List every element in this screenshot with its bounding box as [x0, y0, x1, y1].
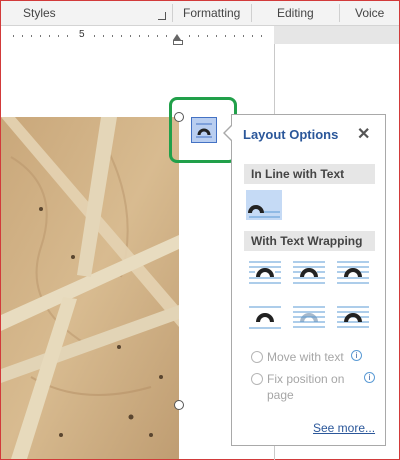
option-through-wrap[interactable]	[335, 258, 371, 288]
option-top-and-bottom[interactable]	[247, 302, 283, 332]
info-icon[interactable]: i	[351, 350, 362, 361]
ruler-tick	[31, 35, 32, 37]
move-with-text-radio[interactable]	[251, 351, 263, 363]
ruler-tick	[94, 35, 95, 37]
ruler-tick	[58, 35, 59, 37]
option-in-line-with-text[interactable]	[246, 190, 282, 220]
ruler-tick	[189, 35, 190, 37]
option-tight-wrap[interactable]	[291, 258, 327, 288]
editing-group-label[interactable]: Editing	[277, 6, 314, 20]
styles-dialog-launcher-icon[interactable]	[158, 12, 166, 20]
ruler-number: 5	[79, 29, 85, 40]
ruler-tick	[148, 35, 149, 37]
square-wrap-icon	[249, 261, 281, 284]
ribbon-separator	[339, 4, 340, 22]
layout-options-button[interactable]	[191, 117, 217, 143]
ruler-tick	[139, 35, 140, 37]
panel-title: Layout Options	[243, 127, 339, 142]
info-icon[interactable]: i	[364, 372, 375, 383]
close-icon[interactable]: ✕	[357, 124, 370, 144]
ruler-tick	[112, 35, 113, 37]
fix-position-label-page: page	[267, 388, 294, 402]
plywood-photo	[1, 117, 179, 459]
ruler-tick	[157, 35, 158, 37]
ribbon-separator	[251, 4, 252, 22]
section-inline: In Line with Text	[244, 164, 375, 184]
fix-position-label: Fix position on	[267, 372, 345, 386]
option-square-wrap[interactable]	[247, 258, 283, 288]
wrap-inline-icon	[196, 123, 212, 138]
resize-handle-bottom-right[interactable]	[174, 400, 184, 410]
inline-wrap-icon	[248, 205, 280, 218]
option-behind-text[interactable]	[291, 302, 327, 332]
in-front-of-text-icon	[337, 306, 369, 328]
move-with-text-label: Move with text	[267, 350, 344, 364]
ruler-tick	[243, 35, 244, 37]
see-more-link[interactable]: See more...	[313, 421, 375, 435]
ruler-tick	[166, 35, 167, 37]
formatting-group-label[interactable]: Formatting	[183, 6, 240, 20]
inserted-picture[interactable]	[1, 117, 179, 459]
voice-group-label[interactable]: Voice	[355, 6, 384, 20]
through-wrap-icon	[337, 261, 369, 284]
ruler-tick	[121, 35, 122, 37]
ruler-tick	[225, 35, 226, 37]
left-indent-handle[interactable]	[173, 40, 183, 45]
ribbon-separator	[172, 4, 173, 22]
tight-wrap-icon	[293, 261, 325, 284]
ruler-tick	[130, 35, 131, 37]
ruler-tick	[261, 35, 262, 37]
ruler-tick	[103, 35, 104, 37]
ruler-tick	[252, 35, 253, 37]
ruler-tick	[40, 35, 41, 37]
fix-position-radio[interactable]	[251, 373, 263, 385]
top-bottom-wrap-icon	[249, 306, 281, 329]
option-in-front-of-text[interactable]	[335, 302, 371, 332]
ruler-tick	[67, 35, 68, 37]
section-with-wrapping: With Text Wrapping	[244, 231, 375, 251]
ruler-margin-area	[274, 26, 399, 44]
ribbon-bar: Styles Formatting Editing Voice	[1, 1, 399, 26]
ruler-tick	[234, 35, 235, 37]
ruler-tick	[207, 35, 208, 37]
ruler-tick	[198, 35, 199, 37]
panel-pointer-fill	[225, 125, 233, 141]
ruler-tick	[216, 35, 217, 37]
ruler-tick	[13, 35, 14, 37]
ruler-tick	[22, 35, 23, 37]
behind-text-icon	[293, 306, 325, 328]
styles-group-label[interactable]: Styles	[23, 6, 56, 20]
horizontal-ruler[interactable]: 5	[1, 26, 274, 44]
ruler-tick	[49, 35, 50, 37]
